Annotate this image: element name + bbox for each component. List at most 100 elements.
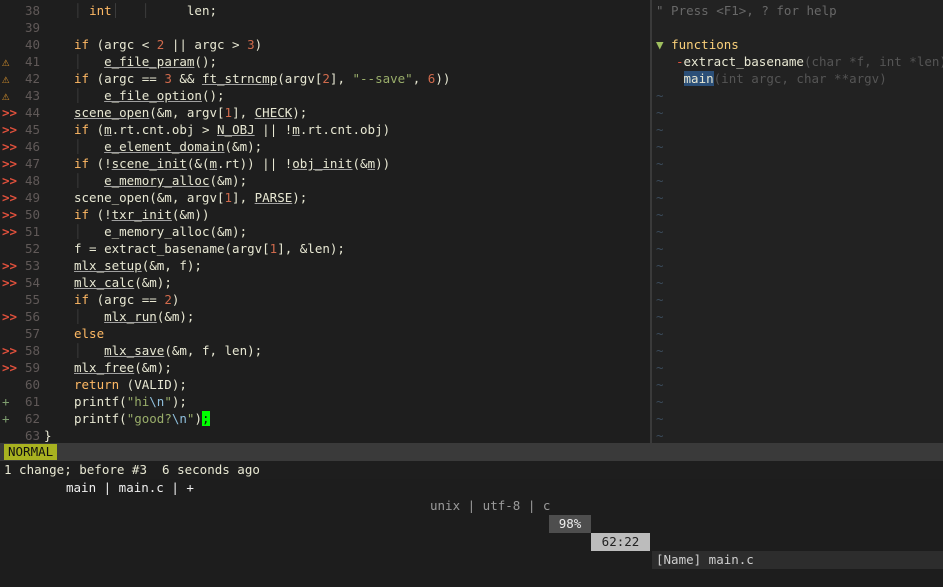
- code-token: (argc ==: [89, 292, 165, 307]
- code-token: int: [89, 3, 112, 18]
- code-line[interactable]: 55 if (argc == 2): [0, 291, 650, 308]
- code-token: if: [74, 292, 90, 307]
- code-text: │ mlx_save(&m, f, len);: [74, 342, 262, 359]
- line-number: 62: [24, 411, 40, 426]
- code-token: CHECK: [254, 105, 293, 120]
- tag-name[interactable]: main: [683, 71, 714, 86]
- code-token: if: [74, 122, 90, 137]
- code-token: obj_init: [292, 156, 353, 171]
- code-token: m: [292, 122, 300, 137]
- code-text: │ int│ │ len;: [74, 2, 217, 19]
- code-line[interactable]: >> 58 │ mlx_save(&m, f, len);: [0, 342, 650, 359]
- line-number: 40: [24, 37, 40, 52]
- line-number: 49: [24, 190, 40, 205]
- code-token: (: [89, 122, 105, 137]
- code-token: │: [74, 309, 105, 324]
- empty-buffer-line: ~: [656, 207, 664, 222]
- code-token: ): [171, 292, 180, 307]
- code-token: mlx_run: [104, 309, 157, 324]
- empty-buffer-line: ~: [656, 326, 664, 341]
- line-number: 61: [24, 394, 40, 409]
- code-line[interactable]: 63}: [0, 427, 650, 443]
- code-line[interactable]: +61 printf("hi\n");: [0, 393, 650, 410]
- code-line[interactable]: ⚠ 43 │ e_file_option();: [0, 87, 650, 104]
- code-token: \n: [149, 394, 165, 409]
- code-line[interactable]: 40 if (argc < 2 || argc > 3): [0, 36, 650, 53]
- code-token: 3: [164, 71, 172, 86]
- code-token: || argc >: [164, 37, 248, 52]
- line-number: 38: [24, 3, 40, 18]
- code-token: (&: [352, 156, 368, 171]
- code-line[interactable]: 57 else: [0, 325, 650, 342]
- command-line-message: 1 change; before #3 6 seconds ago: [4, 462, 260, 477]
- code-line[interactable]: >> 53 mlx_setup(&m, f);: [0, 257, 650, 274]
- code-token: ): [254, 37, 263, 52]
- code-token: e_memory_alloc: [104, 173, 210, 188]
- code-line[interactable]: >> 56 │ mlx_run(&m);: [0, 308, 650, 325]
- code-token: (&(: [186, 156, 210, 171]
- code-text: scene_open(&m, argv[1], PARSE);: [74, 189, 307, 206]
- line-number: 50: [24, 207, 40, 222]
- code-token: ,: [412, 71, 428, 86]
- code-editor-pane[interactable]: 38 │ int│ │ len; 39 40 if (argc < 2 || argc …: [0, 0, 650, 443]
- tagbar-group-functions[interactable]: ▼ functions: [656, 36, 739, 53]
- code-token: mlx_calc: [74, 275, 135, 290]
- code-line[interactable]: >> 51 │ e_memory_alloc(&m);: [0, 223, 650, 240]
- code-line[interactable]: >> 59 mlx_free(&m);: [0, 359, 650, 376]
- tagbar-group-label: functions: [671, 37, 739, 52]
- code-token: if: [74, 37, 90, 52]
- code-line[interactable]: >> 44 scene_open(&m, argv[1], CHECK);: [0, 104, 650, 121]
- tagbar-tag-extract_basename[interactable]: -extract_basename(char *f, int *len): [676, 53, 943, 70]
- tagbar-pane[interactable]: " Press <F1>, ? for help ▼ functions -ex…: [652, 0, 943, 443]
- code-line[interactable]: >> 54 mlx_calc(&m);: [0, 274, 650, 291]
- code-text: │ e_file_param();: [74, 53, 217, 70]
- file-info: main | main.c | +: [66, 480, 194, 495]
- code-token: ): [194, 411, 202, 426]
- code-token: 3: [247, 37, 255, 52]
- cursor-position: 62:22: [591, 533, 650, 551]
- mode-indicator: NORMAL: [4, 444, 58, 460]
- empty-buffer-line: ~: [656, 360, 664, 375]
- vim-terminal: 38 │ int│ │ len; 39 40 if (argc < 2 || argc …: [0, 0, 943, 569]
- code-token: .rt.cnt.obj >: [111, 122, 218, 137]
- code-line[interactable]: >> 47 if (!scene_init(&(m.rt)) || !obj_ini…: [0, 155, 650, 172]
- line-number: 45: [24, 122, 40, 137]
- code-line[interactable]: >> 48 │ e_memory_alloc(&m);: [0, 172, 650, 189]
- code-line[interactable]: >> 50 if (!txr_init(&m)): [0, 206, 650, 223]
- code-line[interactable]: >> 49 scene_open(&m, argv[1], PARSE);: [0, 189, 650, 206]
- empty-buffer-line: ~: [656, 428, 664, 443]
- line-number: 56: [24, 309, 40, 324]
- code-token: mlx_save: [104, 343, 165, 358]
- code-token: 1: [224, 190, 233, 205]
- line-number: 53: [24, 258, 40, 273]
- code-token: │: [74, 139, 105, 154]
- code-token: m: [209, 156, 218, 171]
- code-line[interactable]: ⚠ 41 │ e_file_param();: [0, 53, 650, 70]
- code-line[interactable]: 38 │ int│ │ len;: [0, 2, 650, 19]
- code-token: (VALID);: [119, 377, 187, 392]
- code-line[interactable]: >> 45 if (m.rt.cnt.obj > N_OBJ || !m.rt.cn…: [0, 121, 650, 138]
- code-text: if (argc < 2 || argc > 3): [74, 36, 262, 53]
- code-line[interactable]: ⚠ 42 if (argc == 3 && ft_strncmp(argv[2], …: [0, 70, 650, 87]
- code-token: (&m);: [224, 139, 263, 154]
- line-number: 63: [24, 428, 40, 443]
- tag-name[interactable]: extract_basename: [684, 54, 804, 69]
- code-text: if (!txr_init(&m)): [74, 206, 210, 223]
- code-token: (argc ==: [89, 71, 165, 86]
- code-token: "--save": [352, 71, 413, 86]
- code-token: e_memory_alloc(&m);: [104, 224, 248, 239]
- line-number: 41: [24, 54, 40, 69]
- empty-buffer-line: ~: [656, 224, 664, 239]
- fold-open-icon[interactable]: ▼: [656, 37, 664, 52]
- code-line[interactable]: 52 f = extract_basename(argv[1], &len);: [0, 240, 650, 257]
- line-number: 43: [24, 88, 40, 103]
- code-line[interactable]: >> 46 │ e_element_domain(&m);: [0, 138, 650, 155]
- code-line[interactable]: 60 return (VALID);: [0, 376, 650, 393]
- tagbar-tag-main[interactable]: main(int argc, char **argv): [676, 70, 887, 87]
- code-token: );: [171, 394, 187, 409]
- code-token: scene_init: [111, 156, 187, 171]
- code-line[interactable]: +62 printf("good?\n");: [0, 410, 650, 427]
- code-line[interactable]: 39: [0, 19, 650, 36]
- code-text: }: [44, 427, 52, 443]
- code-token: │: [74, 224, 105, 239]
